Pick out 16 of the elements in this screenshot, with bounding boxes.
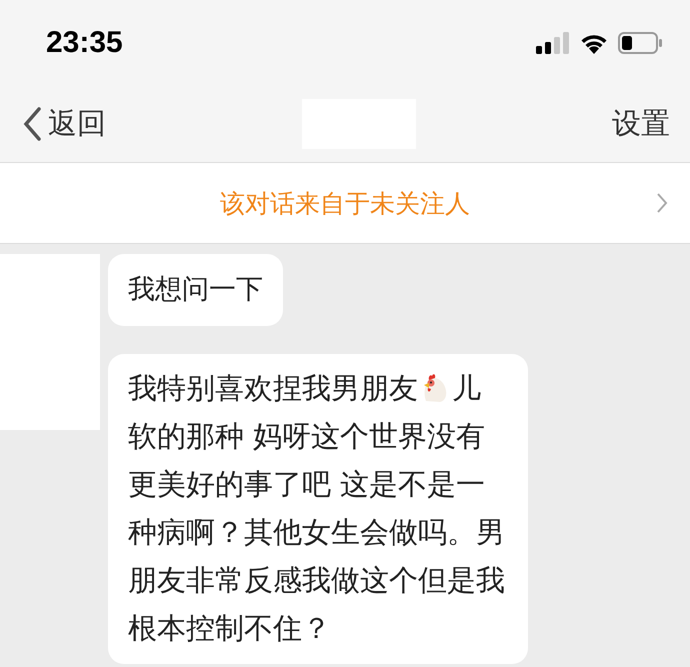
battery-icon xyxy=(618,32,662,54)
message-text: 儿 xyxy=(452,371,481,405)
message-text: 根本控制不住？ xyxy=(128,611,331,645)
message-text: 我特别喜欢捏我男朋友 xyxy=(128,371,418,405)
settings-button[interactable]: 设置 xyxy=(612,104,670,144)
chevron-left-icon xyxy=(22,107,42,141)
message-text: 更美好的事了吧 这是不是一 xyxy=(128,467,486,501)
back-button[interactable]: 返回 xyxy=(22,104,106,144)
message-text: 我想问一下 xyxy=(128,274,263,305)
message-text: 软的那种 妈呀这个世界没有 xyxy=(128,419,486,453)
status-time: 23:35 xyxy=(46,26,123,60)
chevron-right-icon xyxy=(656,192,668,214)
message-text: 种病啊？其他女生会做吗。男 xyxy=(128,515,505,549)
signal-icon xyxy=(536,32,570,54)
notice-text: 该对话来自于未关注人 xyxy=(220,188,470,220)
message-text: 朋友非常反感我做这个但是我 xyxy=(128,563,505,597)
